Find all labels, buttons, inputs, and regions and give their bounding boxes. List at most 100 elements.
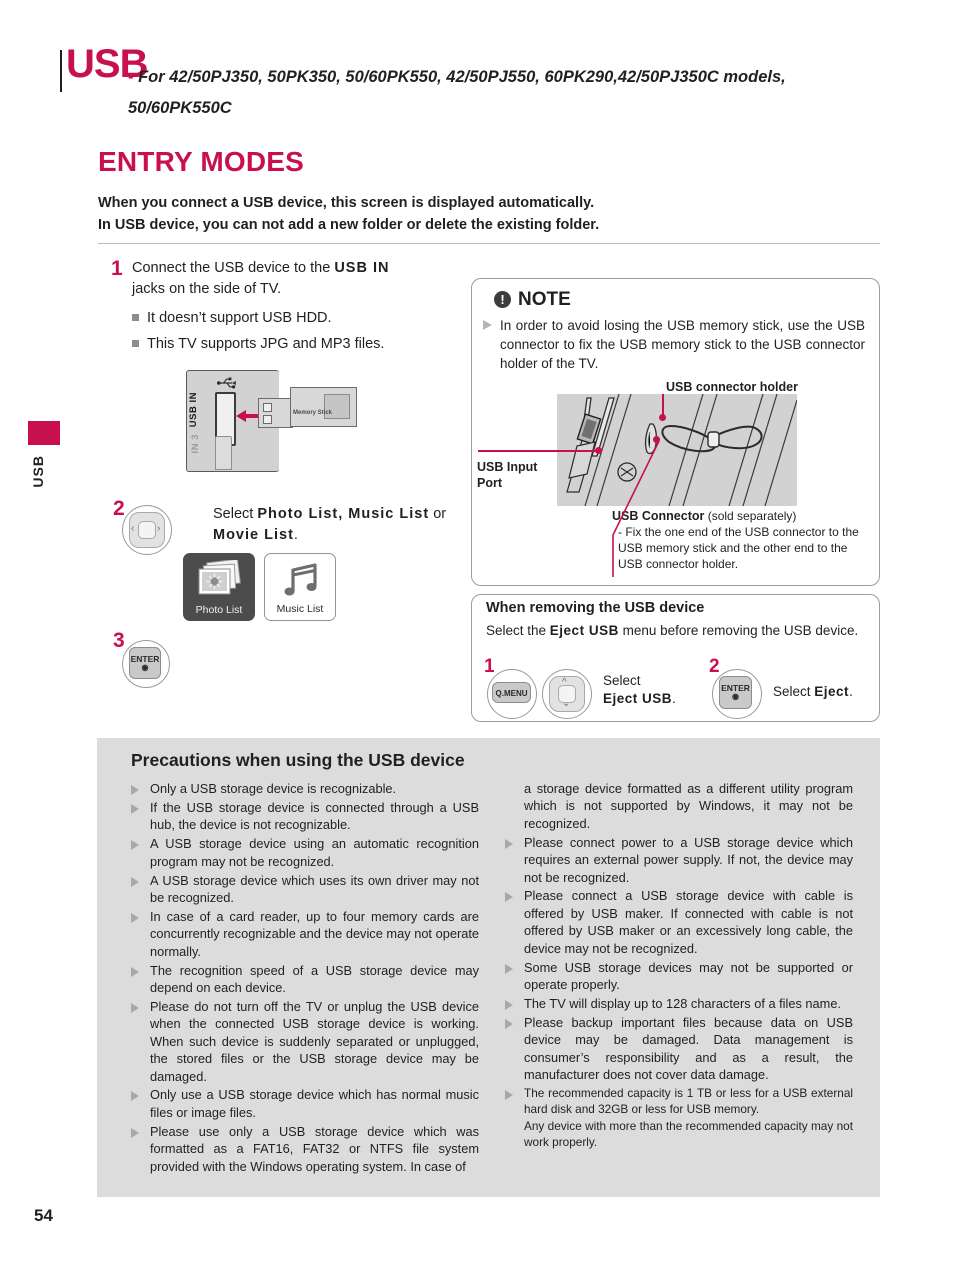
removing-step-1-end: . (672, 691, 676, 706)
usb-input-line1: USB Input (477, 460, 538, 474)
step-2-keyword-2: Movie List (213, 527, 294, 543)
removing-step-1-select: Select (603, 673, 641, 688)
precaution-text: The recommended capacity is 1 TB or less… (524, 1085, 853, 1116)
precaution-text: Please do not turn off the TV or unplug … (150, 998, 479, 1084)
list-item: The recommended capacity is 1 TB or less… (505, 1085, 853, 1117)
qmenu-button[interactable]: Q.MENU (492, 682, 531, 703)
precaution-text: A USB storage device using an automatic … (150, 836, 479, 869)
leader-line (478, 450, 598, 452)
step-1-keyword: USB IN (334, 260, 390, 276)
triangle-bullet-icon (505, 892, 513, 903)
model-line-2: 50/60PK550C (128, 99, 232, 117)
precaution-text: If the USB storage device is connected t… (150, 799, 479, 833)
list-item: Please connect a USB storage device with… (505, 887, 853, 957)
memory-stick-label: Memory Stick (293, 410, 333, 416)
model-dash: - (128, 68, 134, 86)
side-tab-label: USB (30, 455, 46, 488)
triangle-bullet-icon (131, 1002, 139, 1013)
enter-dot-icon: ◉ (141, 662, 149, 672)
enter-button-2[interactable]: ENTER ◉ (719, 676, 752, 709)
removing-panel-sub: Select the Eject USB menu before removin… (486, 622, 866, 639)
music-note-icon (284, 563, 317, 596)
precaution-text: Any device with more than the recommende… (524, 1119, 853, 1150)
section-title: ENTRY MODES (98, 146, 305, 177)
stick-pin (263, 415, 272, 424)
list-item: Please use only a USB storage device whi… (131, 1123, 479, 1175)
square-bullet-icon (132, 340, 139, 347)
step-2-text-mid: or (429, 506, 447, 522)
removing-step-1-text: Select Eject USB. (603, 672, 676, 708)
precaution-continuation: a storage device formatted as a differen… (505, 780, 853, 832)
header-rule (60, 50, 62, 92)
exclamation-icon: ! (494, 291, 511, 308)
leader-line-angled (612, 440, 660, 577)
removing-step-2-number: 2 (709, 656, 720, 677)
precaution-text: Only a USB storage device is recognizabl… (150, 781, 397, 796)
list-item: The recognition speed of a USB storage d… (131, 962, 479, 997)
list-item: Please connect power to a USB storage de… (505, 834, 853, 886)
photo-stack-icon (198, 560, 241, 595)
removing-step-2-select: Select (773, 684, 815, 699)
divider (98, 243, 880, 244)
step-1-text-a: Connect the USB device to the (132, 260, 335, 276)
usb-trident-icon (216, 377, 236, 389)
enter-button[interactable]: ENTER ◉ (129, 647, 161, 679)
triangle-bullet-icon (131, 785, 139, 795)
model-list: - For 42/50PJ350, 50PK350, 50/60PK550, 4… (128, 62, 903, 124)
removing-sub-a: Select the (486, 623, 550, 638)
precaution-text: The TV will display up to 128 characters… (524, 995, 841, 1011)
removing-step-2-end: . (849, 684, 853, 699)
leader-line (662, 394, 664, 416)
precaution-text: In case of a card reader, up to four mem… (150, 908, 479, 959)
bullet-text: This TV supports JPG and MP3 files. (147, 336, 385, 352)
step-2-number: 2 (113, 497, 125, 520)
chevron-up-icon: ^ (562, 677, 567, 688)
list-item: In case of a card reader, up to four mem… (131, 908, 479, 960)
triangle-bullet-icon (131, 1127, 139, 1138)
note-title: NOTE (518, 289, 571, 310)
precaution-text: Some USB storage devices may not be supp… (524, 959, 853, 992)
precaution-text: a storage device formatted as a differen… (524, 781, 853, 831)
step-2-keyword-1: Photo List, Music List (257, 506, 430, 522)
music-list-tile[interactable]: Music List (264, 553, 336, 621)
secondary-port-shape (215, 436, 232, 470)
precautions-right-column: a storage device formatted as a differen… (505, 780, 853, 1152)
step-1-text-b: jacks on the side of TV. (132, 281, 282, 297)
list-item: If the USB storage device is connected t… (131, 799, 479, 834)
navigation-pad-center[interactable] (138, 521, 156, 539)
leader-dot (659, 414, 666, 421)
usb-connector-sold: (sold separately) (704, 509, 797, 523)
triangle-bullet-icon (131, 803, 139, 814)
list-item: It doesn’t support USB HDD. (132, 305, 462, 331)
leader-dot (595, 447, 602, 454)
qmenu-button-label: Q.MENU (495, 689, 528, 698)
side-tab-marker (28, 421, 60, 445)
intro-line-2: In USB device, you can not add a new fol… (98, 217, 600, 233)
photo-list-label: Photo List (195, 604, 243, 616)
precautions-title: Precautions when using the USB device (131, 750, 465, 770)
intro-line-1: When you connect a USB device, this scre… (98, 195, 595, 211)
list-item: A USB storage device which uses its own … (131, 872, 479, 907)
triangle-bullet-icon (131, 1091, 139, 1102)
step-1-text: Connect the USB device to the USB IN jac… (132, 258, 452, 300)
triangle-bullet-icon (131, 840, 139, 851)
stick-pin (263, 403, 272, 412)
triangle-bullet-icon (505, 1089, 513, 1100)
step-3-number: 3 (113, 629, 125, 652)
memory-stick-body (290, 387, 357, 427)
removing-step-2-text: Select Eject. (773, 683, 853, 701)
music-list-label: Music List (276, 603, 324, 615)
chevron-left-icon: ‹ (131, 523, 135, 534)
precaution-text: Please connect a USB storage device with… (524, 888, 853, 956)
chevron-down-icon: ⌄ (562, 698, 571, 709)
triangle-bullet-icon (131, 876, 139, 887)
removing-sub-b: menu before removing the USB device. (618, 623, 859, 638)
list-item: Only use a USB storage device which has … (131, 1086, 479, 1121)
in3-label: IN 3 (190, 434, 201, 454)
square-bullet-icon (132, 314, 139, 321)
precaution-tail: Any device with more than the recommende… (505, 1118, 853, 1150)
precaution-text: A USB storage device which uses its own … (150, 872, 479, 905)
list-item: This TV supports JPG and MP3 files. (132, 331, 462, 357)
photo-list-tile[interactable]: Photo List (183, 553, 255, 621)
triangle-bullet-icon (505, 838, 513, 849)
